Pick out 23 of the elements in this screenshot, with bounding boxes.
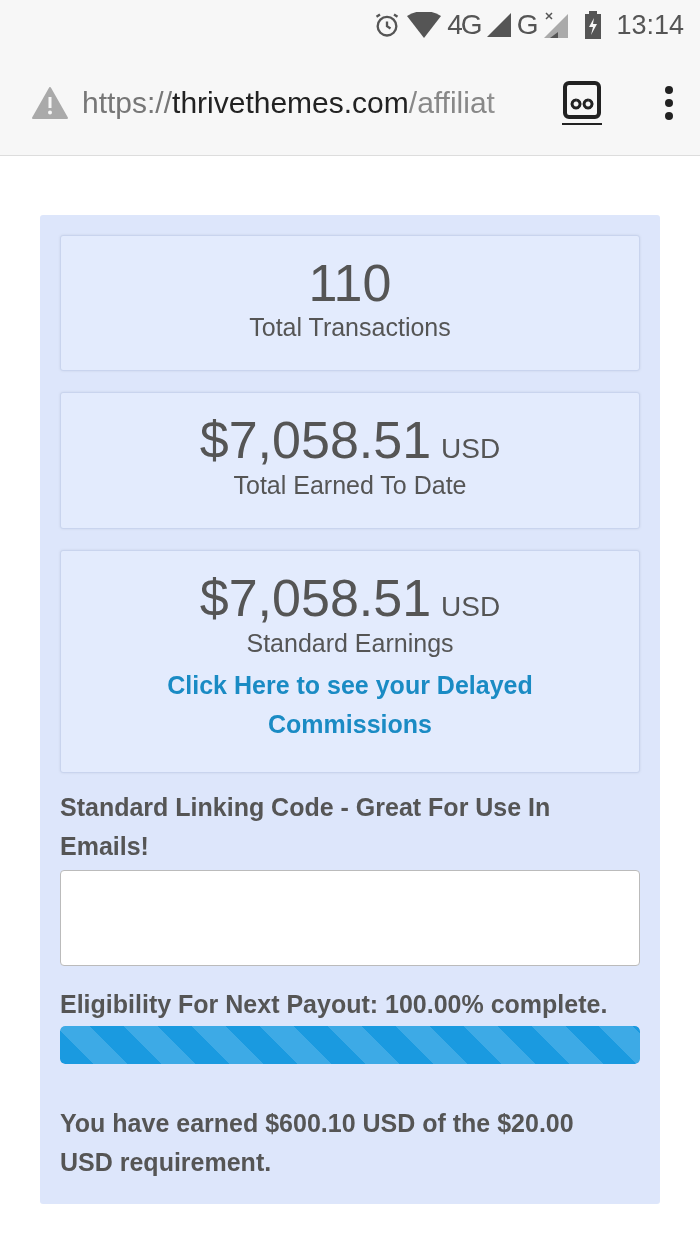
network-type: 4G [447,8,481,42]
linking-code-label: Standard Linking Code - Great For Use In Emails! [60,792,552,862]
linking-code-field[interactable] [60,870,640,966]
wifi-icon [407,12,442,38]
stat-label: Total Transactions [249,312,451,342]
network-type: G [516,8,539,42]
battery-icon [584,11,603,39]
payout-note: You have earned $600.10 USD of the $20.00 USD requirement. [60,1108,575,1178]
stat-value: $7,058.51 [199,411,432,469]
stat-value: 110 [308,254,392,312]
stat-label: Standard Earnings [246,628,454,658]
stat-value: $7,058.51 [199,569,432,627]
url-field[interactable]: https://thrivethemes.com/affiliat [82,80,542,125]
warning-icon [32,86,68,119]
currency-unit: USD [441,432,501,466]
no-signal-icon [544,12,569,38]
payout-label: Eligibility For Next Payout: 100.00% complete. [60,989,609,1020]
signal-icon [486,13,511,37]
more-menu-icon[interactable] [664,85,674,120]
tab-switcher-icon[interactable] [562,79,602,126]
stat-label: Total Earned To Date [233,470,467,500]
currency-unit: USD [441,590,501,624]
clock: 13:14 [616,8,684,42]
